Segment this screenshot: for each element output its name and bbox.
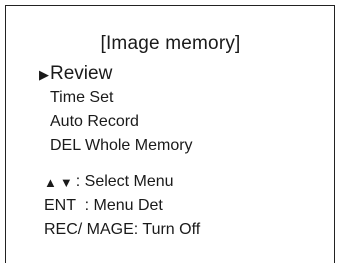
hint-rec: REC/ MAGE: Turn Off	[44, 218, 200, 242]
menu-item-review[interactable]: ▶ Review	[39, 62, 193, 86]
menu-item-time-set[interactable]: Time Set	[39, 86, 193, 110]
menu-item-auto-record[interactable]: Auto Record	[39, 110, 193, 134]
menu-item-label: DEL Whole Memory	[50, 137, 193, 154]
menu-item-label: Review	[50, 63, 113, 84]
menu-list: ▶ Review Time Set Auto Record DEL Whole …	[39, 62, 193, 158]
hint-rec-text: REC/ MAGE: Turn Off	[44, 221, 201, 238]
menu-item-del-whole-memory[interactable]: DEL Whole Memory	[39, 134, 193, 158]
selection-cursor-icon: ▶	[39, 66, 49, 82]
menu-item-label: Auto Record	[50, 113, 139, 130]
hint-select-menu: ▲ ▼ : Select Menu	[44, 170, 200, 194]
menu-title: [Image memory]	[100, 33, 241, 54]
hint-ent-text: ENT : Menu Det	[44, 197, 163, 214]
hint-select-text: : Select Menu	[75, 173, 174, 190]
down-arrow-icon: ▼	[59, 174, 73, 190]
menu-item-label: Time Set	[50, 89, 114, 106]
up-arrow-icon: ▲	[44, 174, 57, 190]
hint-ent: ENT : Menu Det	[44, 194, 200, 218]
key-hints: ▲ ▼ : Select Menu ENT : Menu Det REC/ MA…	[44, 170, 200, 242]
